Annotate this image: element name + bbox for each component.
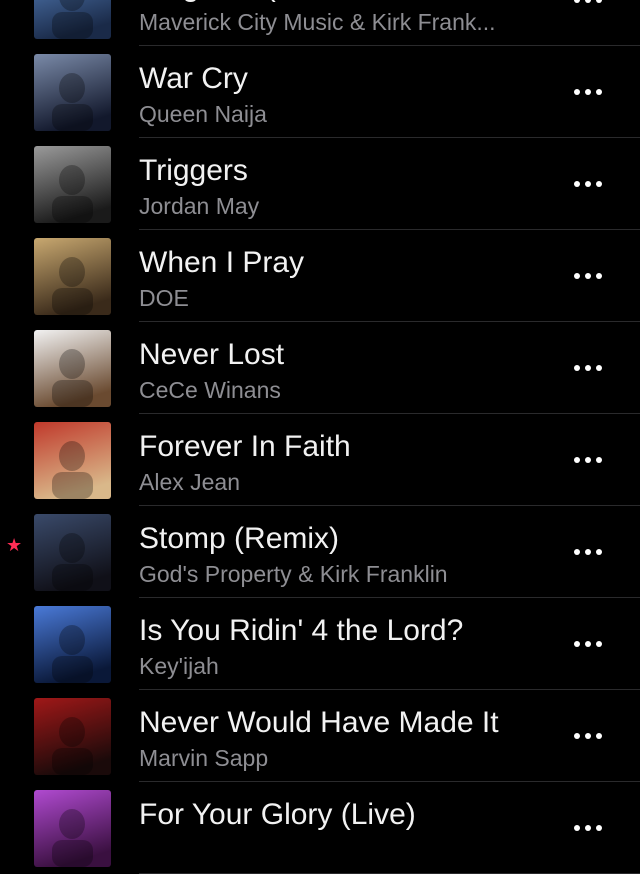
song-artist: Queen Naija (139, 101, 267, 127)
album-artwork (34, 146, 111, 223)
song-title: Kingdom (feat. Naomi Rai... (139, 0, 559, 4)
song-artist: Marvin Sapp (139, 745, 269, 771)
album-artwork-image (34, 330, 111, 407)
song-row[interactable]: Is You Ridin' 4 the Lord? Key'ijah (0, 598, 640, 690)
album-artwork (34, 0, 111, 39)
song-row[interactable]: ★ Stomp (Remix) God's Property & Kirk Fr… (0, 506, 640, 598)
song-artist: Alex Jean (139, 469, 241, 495)
album-artwork (34, 330, 111, 407)
song-title: When I Pray (139, 246, 305, 279)
song-artist: Maverick City Music & Kirk Frank... (139, 9, 496, 35)
album-artwork (34, 514, 111, 591)
more-options-icon[interactable] (566, 264, 610, 288)
album-artwork (34, 790, 111, 867)
album-artwork (34, 238, 111, 315)
album-artwork (34, 54, 111, 131)
song-title: Triggers (139, 154, 248, 187)
song-row[interactable]: When I Pray DOE (0, 230, 640, 322)
more-options-icon[interactable] (566, 448, 610, 472)
more-options-icon[interactable] (566, 172, 610, 196)
album-artwork (34, 606, 111, 683)
song-artist: Key'ijah (139, 653, 219, 679)
song-title: Forever In Faith (139, 430, 351, 463)
album-artwork-image (34, 698, 111, 775)
song-row[interactable]: Never Lost CeCe Winans (0, 322, 640, 414)
song-title: For Your Glory (Live) (139, 798, 416, 831)
album-artwork-image (34, 54, 111, 131)
song-title: Is You Ridin' 4 the Lord? (139, 614, 464, 647)
album-artwork (34, 698, 111, 775)
song-list: Kingdom (feat. Naomi Rai... Maverick Cit… (0, 0, 640, 874)
more-options-icon[interactable] (566, 816, 610, 840)
more-options-icon[interactable] (566, 0, 610, 12)
song-row[interactable]: Never Would Have Made It Marvin Sapp (0, 690, 640, 782)
more-options-icon[interactable] (566, 356, 610, 380)
album-artwork (34, 422, 111, 499)
album-artwork-image (34, 514, 111, 591)
star-icon: ★ (6, 535, 23, 555)
song-row[interactable]: Triggers Jordan May (0, 138, 640, 230)
more-options-icon[interactable] (566, 632, 610, 656)
album-artwork-image (34, 422, 111, 499)
album-artwork-image (34, 606, 111, 683)
song-title: Never Would Have Made It (139, 706, 499, 739)
song-artist: Jordan May (139, 193, 260, 219)
song-row[interactable]: Forever In Faith Alex Jean (0, 414, 640, 506)
album-artwork-image (34, 790, 111, 867)
song-title: War Cry (139, 62, 248, 95)
album-artwork-image (34, 238, 111, 315)
album-artwork-image (34, 146, 111, 223)
more-options-icon[interactable] (566, 80, 610, 104)
more-options-icon[interactable] (566, 540, 610, 564)
album-artwork-image (34, 0, 111, 39)
song-row[interactable]: War Cry Queen Naija (0, 46, 640, 138)
more-options-icon[interactable] (566, 724, 610, 748)
song-artist: DOE (139, 285, 189, 311)
song-title: Stomp (Remix) (139, 522, 340, 555)
song-row[interactable]: Kingdom (feat. Naomi Rai... Maverick Cit… (0, 0, 640, 46)
song-row[interactable]: For Your Glory (Live) (0, 782, 640, 874)
song-artist: God's Property & Kirk Franklin (139, 561, 448, 587)
song-title: Never Lost (139, 338, 285, 371)
song-artist: CeCe Winans (139, 377, 281, 403)
